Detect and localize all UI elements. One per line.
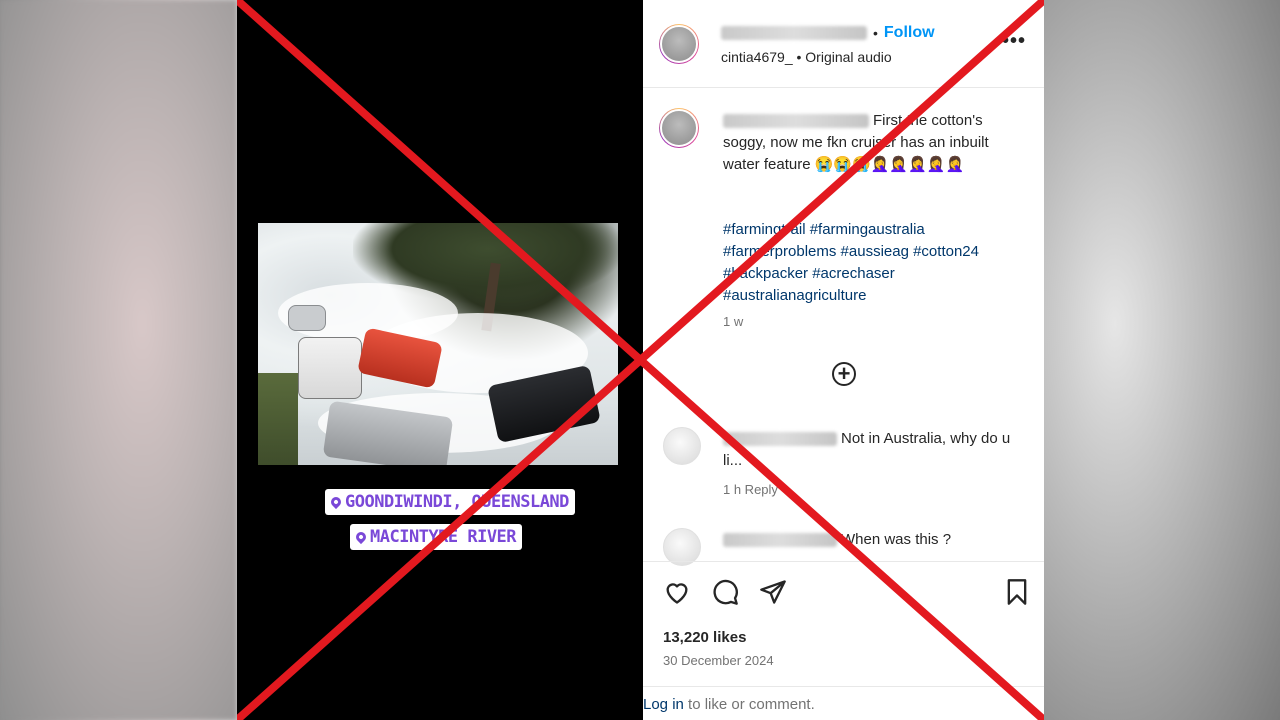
audio-line[interactable]: cintia4679_ • Original audio <box>721 49 892 65</box>
comment-bubble-icon[interactable] <box>711 578 739 606</box>
blurred-username[interactable] <box>723 432 837 447</box>
location-tag-label: MACINTYRE RIVER <box>370 527 517 547</box>
like-heart-icon[interactable] <box>663 578 691 606</box>
post-header: • Follow <box>721 24 935 42</box>
comment-2: When was this ? <box>723 529 1023 551</box>
login-suffix: to like or comment. <box>683 696 815 713</box>
divider <box>643 686 1044 687</box>
caption-avatar[interactable] <box>659 108 699 148</box>
caption: First the cotton's soggy, now me fkn cru… <box>723 110 1023 176</box>
login-prompt: Log in to like or comment. <box>643 696 815 713</box>
post-date: 30 December 2024 <box>663 653 774 668</box>
location-tag-river: MACINTYRE RIVER <box>350 524 523 550</box>
location-tag-label: GOONDIWINDI, QUEENSLAND <box>345 492 569 512</box>
video-panel[interactable]: GOONDIWINDI, QUEENSLAND MACINTYRE RIVER <box>237 0 643 720</box>
likes-count[interactable]: 13,220 likes <box>663 629 746 646</box>
follow-button[interactable]: Follow <box>884 24 935 42</box>
location-pin-icon <box>328 494 344 510</box>
grass-bank <box>258 373 298 465</box>
blurred-username[interactable] <box>723 114 869 129</box>
car-silver-small <box>288 305 326 331</box>
car-white-suv <box>298 337 362 399</box>
blurred-username[interactable] <box>723 533 837 548</box>
comment-1-meta[interactable]: 1 h Reply <box>723 482 778 497</box>
share-send-icon[interactable] <box>759 578 787 606</box>
background-left-blur <box>0 0 237 720</box>
action-bar <box>663 578 1033 608</box>
save-bookmark-icon[interactable] <box>1003 578 1031 606</box>
separator-dot: • <box>873 25 878 41</box>
author-avatar[interactable] <box>659 24 699 64</box>
blurred-username[interactable] <box>721 26 867 40</box>
comment-1: Not in Australia, why do u li... <box>723 428 1023 472</box>
location-pin-icon <box>353 529 369 545</box>
comment-text: When was this ? <box>841 531 952 548</box>
divider <box>643 87 1044 88</box>
divider <box>643 561 1044 562</box>
load-more-comments-icon[interactable]: + <box>832 362 856 386</box>
background-right-blur <box>1044 0 1280 720</box>
login-link[interactable]: Log in <box>643 696 684 713</box>
post-time-ago: 1 w <box>723 314 744 329</box>
more-options-icon[interactable]: ••• <box>1002 30 1026 53</box>
flood-video-frame[interactable] <box>258 223 618 465</box>
hashtags[interactable]: #farmingtrail #farmingaustralia #farmerp… <box>723 219 1023 307</box>
location-tag-goondiwindi: GOONDIWINDI, QUEENSLAND <box>325 489 575 515</box>
instagram-post-panel: • Follow cintia4679_ • Original audio ••… <box>643 0 1044 720</box>
commenter-avatar[interactable] <box>663 427 701 465</box>
